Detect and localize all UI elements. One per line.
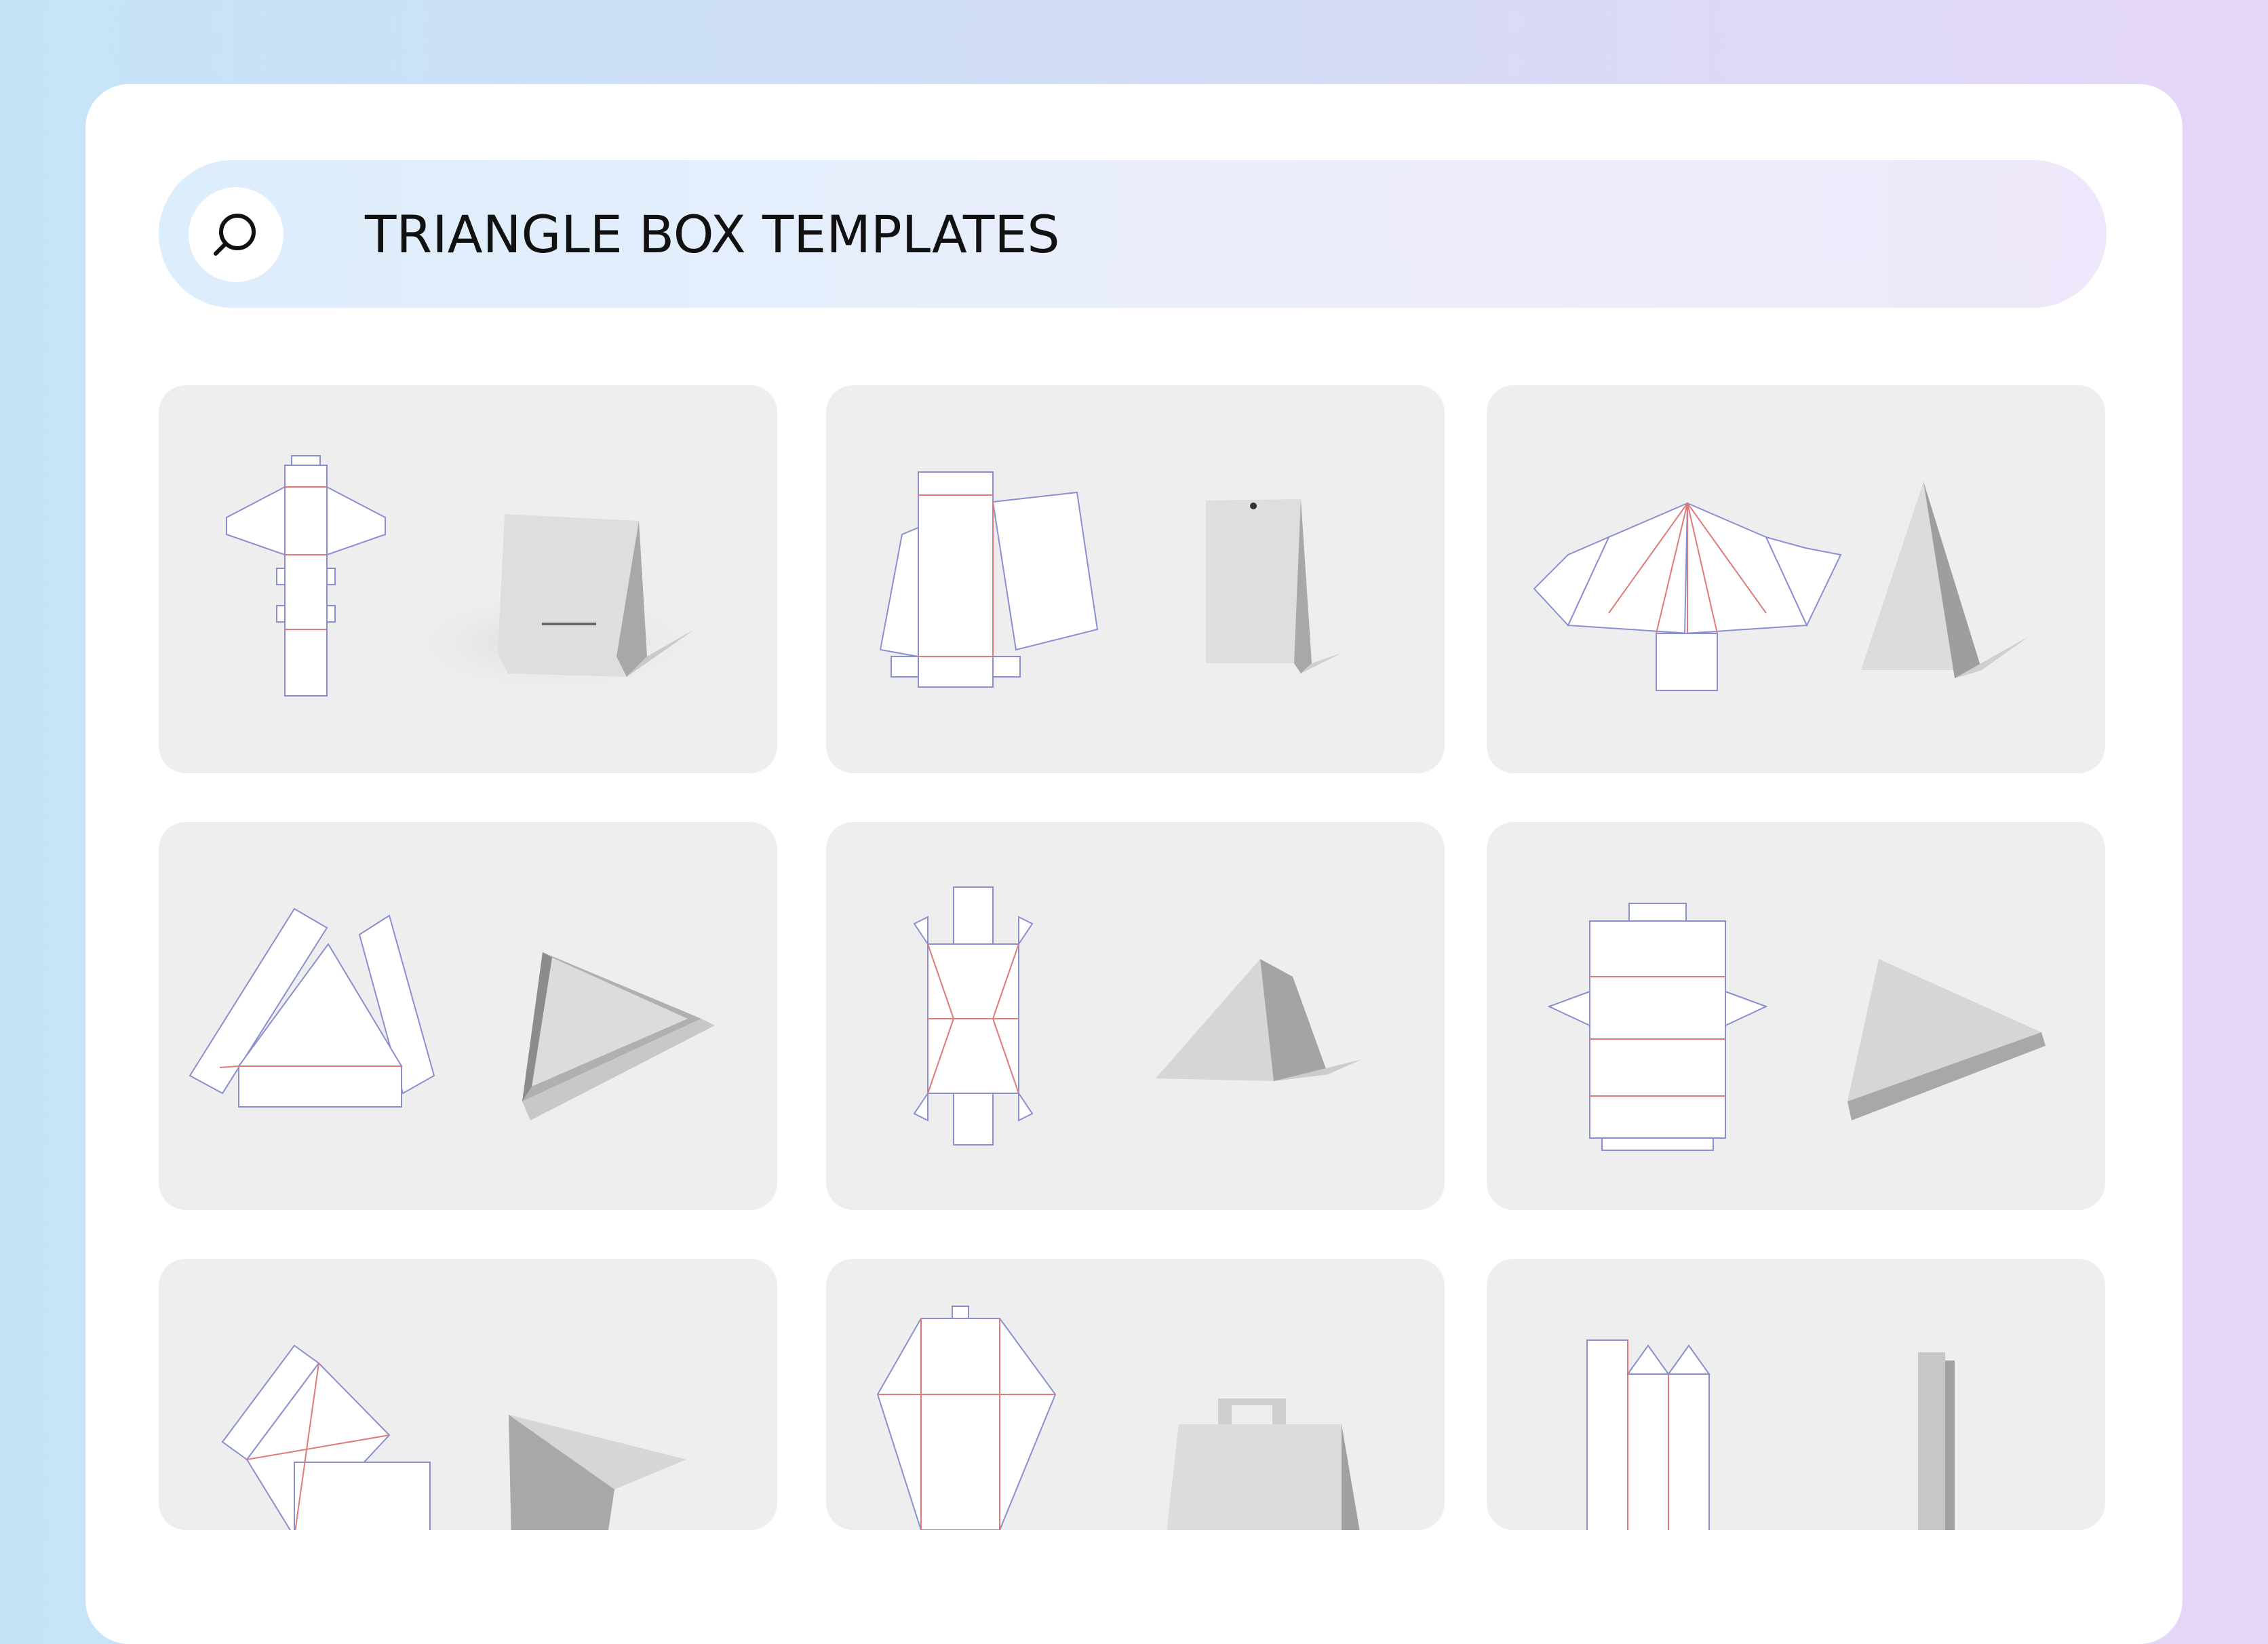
template-card-4[interactable] bbox=[159, 822, 777, 1210]
template-card-2[interactable] bbox=[826, 385, 1445, 773]
template-thumbnail-9 bbox=[1586, 1339, 1955, 1530]
template-thumbnail-8 bbox=[876, 1306, 1360, 1530]
template-card-6[interactable] bbox=[1487, 822, 2105, 1210]
template-card-7[interactable] bbox=[159, 1259, 777, 1530]
template-thumbnail-4 bbox=[189, 907, 715, 1120]
template-card-8[interactable] bbox=[826, 1259, 1445, 1530]
template-thumbnail-6 bbox=[1547, 903, 2046, 1151]
template-thumbnail-2 bbox=[879, 471, 1342, 688]
template-card-9[interactable] bbox=[1487, 1259, 2105, 1530]
search-title: TRIANGLE BOX TEMPLATES bbox=[365, 204, 1060, 265]
template-thumbnail-7 bbox=[221, 1344, 686, 1530]
template-card-5[interactable] bbox=[826, 822, 1445, 1210]
template-card-1[interactable] bbox=[159, 385, 777, 773]
template-thumbnail-5 bbox=[913, 886, 1362, 1146]
search-icon[interactable] bbox=[189, 187, 284, 282]
template-thumbnail-3 bbox=[1533, 482, 2029, 691]
template-card-3[interactable] bbox=[1487, 385, 2105, 773]
template-thumbnail-1 bbox=[226, 455, 715, 697]
